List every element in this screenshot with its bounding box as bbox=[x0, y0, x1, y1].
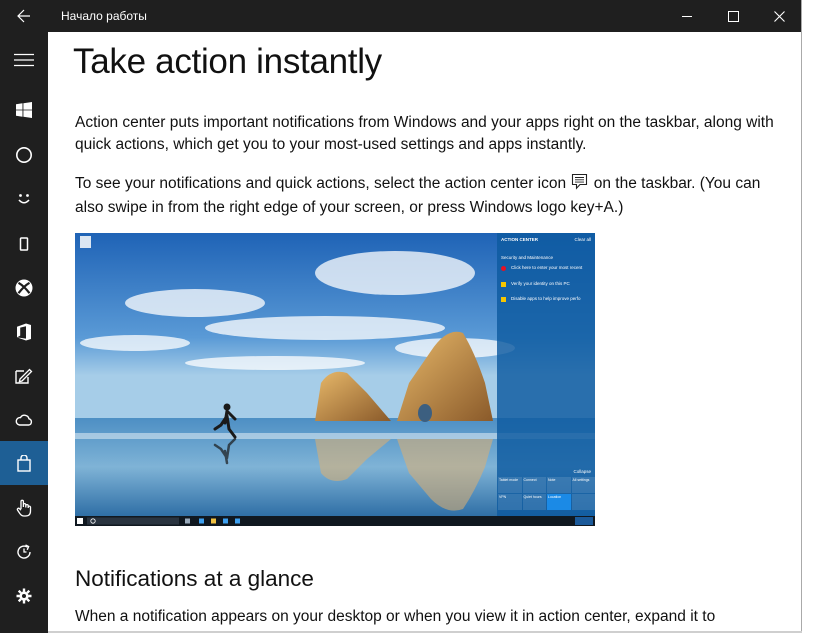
sidebar-item-store[interactable] bbox=[0, 441, 48, 485]
back-arrow-icon bbox=[17, 9, 30, 23]
title-bar: Начало работы bbox=[0, 0, 802, 32]
ink-pen-icon bbox=[15, 368, 33, 384]
sidebar-item-phone[interactable] bbox=[0, 222, 48, 266]
smiley-icon bbox=[18, 194, 30, 204]
error-icon bbox=[501, 266, 506, 271]
sidebar-item-xbox[interactable] bbox=[0, 266, 48, 310]
window-title: Начало работы bbox=[61, 9, 147, 23]
navigation-sidebar bbox=[0, 32, 48, 633]
windows-logo-icon bbox=[16, 102, 32, 118]
close-button[interactable] bbox=[756, 0, 802, 32]
maximize-icon bbox=[727, 10, 739, 22]
sidebar-item-updates[interactable] bbox=[0, 530, 48, 574]
quick-action-tile[interactable]: Connect bbox=[522, 477, 546, 493]
action-center-screenshot: ACTION CENTER Clear all Security and Mai… bbox=[75, 233, 595, 526]
notifications-paragraph: When a notification appears on your desk… bbox=[75, 608, 716, 625]
article-content: Take action instantly Action center puts… bbox=[48, 32, 801, 631]
warning-icon bbox=[501, 297, 506, 302]
sidebar-item-windows-ink[interactable] bbox=[0, 354, 48, 398]
action-center-title: ACTION CENTER bbox=[501, 237, 538, 242]
start-icon bbox=[77, 518, 83, 524]
warning-icon bbox=[501, 282, 506, 287]
sidebar-item-cortana[interactable] bbox=[0, 133, 48, 177]
notification-item[interactable]: Verify your identity on this PC bbox=[501, 281, 591, 295]
quick-actions-grid: Tablet mode Connect Note All settings VP… bbox=[498, 477, 595, 510]
quick-action-tile[interactable]: All settings bbox=[571, 477, 595, 493]
window-border-right bbox=[801, 0, 802, 633]
quick-action-tile[interactable]: Note bbox=[547, 477, 571, 493]
hamburger-icon bbox=[14, 53, 34, 67]
quick-action-tile[interactable] bbox=[571, 494, 595, 510]
intro-paragraph: Action center puts important notificatio… bbox=[75, 114, 774, 153]
close-icon bbox=[773, 10, 785, 22]
sidebar-item-personalization[interactable] bbox=[0, 177, 48, 221]
search-box bbox=[87, 517, 179, 525]
sidebar-item-touch[interactable] bbox=[0, 486, 48, 530]
page-title: Take action instantly bbox=[73, 42, 382, 81]
touch-hand-icon bbox=[16, 499, 32, 517]
action-center-panel: ACTION CENTER Clear all Security and Mai… bbox=[497, 233, 595, 516]
action-center-icon bbox=[571, 173, 588, 197]
maximize-button[interactable] bbox=[710, 0, 756, 32]
notification-group-title: Security and Maintenance bbox=[501, 255, 554, 260]
sidebar-item-settings[interactable] bbox=[0, 574, 48, 618]
minimize-icon bbox=[682, 16, 692, 17]
quick-action-tile[interactable]: Tablet mode bbox=[498, 477, 522, 493]
office-icon bbox=[17, 323, 31, 341]
minimize-button[interactable] bbox=[664, 0, 710, 32]
instructions-text-before: To see your notifications and quick acti… bbox=[75, 175, 567, 192]
clear-all-link[interactable]: Clear all bbox=[574, 237, 591, 242]
quick-action-tile[interactable]: Quiet hours bbox=[522, 494, 546, 510]
recycle-bin-desktop-icon bbox=[80, 236, 91, 248]
notification-item[interactable]: Disable apps to help improve perfo bbox=[501, 296, 591, 310]
phone-icon bbox=[19, 237, 29, 251]
refresh-clock-icon bbox=[17, 544, 31, 559]
sidebar-item-office[interactable] bbox=[0, 310, 48, 354]
sidebar-item-onedrive[interactable] bbox=[0, 398, 48, 442]
quick-action-tile[interactable]: VPN bbox=[498, 494, 522, 510]
sidebar-item-get-started[interactable] bbox=[0, 88, 48, 132]
instructions-paragraph: To see your notifications and quick acti… bbox=[75, 173, 780, 219]
xbox-icon bbox=[15, 279, 33, 297]
cloud-icon bbox=[15, 414, 33, 426]
hamburger-menu-button[interactable] bbox=[0, 38, 48, 82]
gear-icon bbox=[16, 588, 32, 604]
quick-action-tile[interactable]: Location bbox=[547, 494, 571, 510]
taskbar bbox=[75, 516, 595, 526]
back-button[interactable] bbox=[0, 0, 48, 32]
section-heading: Notifications at a glance bbox=[75, 566, 314, 591]
collapse-link[interactable]: Collapse bbox=[573, 469, 591, 474]
store-bag-icon bbox=[17, 454, 31, 472]
notification-item[interactable]: Click here to enter your most recent bbox=[501, 265, 591, 279]
cortana-icon bbox=[16, 147, 32, 163]
